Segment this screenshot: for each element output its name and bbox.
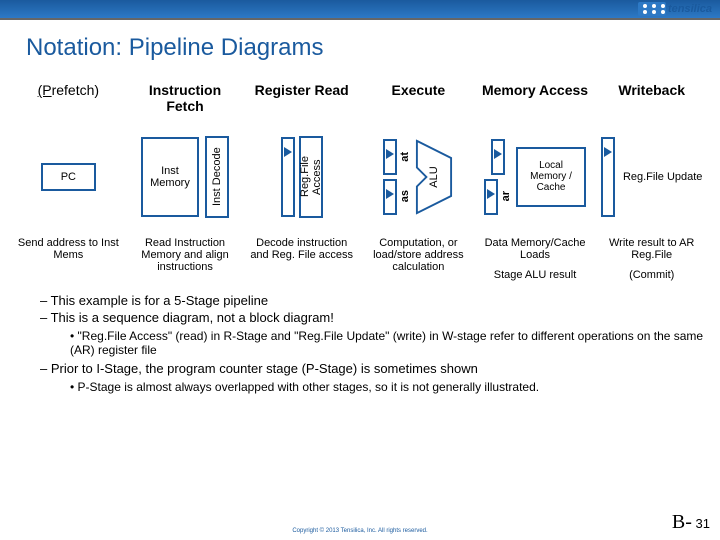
desc-prefetch: Send address to Inst Mems	[10, 237, 127, 281]
latch-at	[383, 139, 397, 175]
latch-ar	[484, 179, 498, 215]
stage-memacc: Memory Access	[477, 72, 594, 124]
stage-execute: Execute	[360, 72, 477, 124]
stage-fetch: Instruction Fetch	[127, 72, 244, 124]
pc-block: PC	[41, 163, 96, 191]
regfile-update-label: Reg.File Update	[619, 171, 703, 183]
logo: tensilica	[638, 2, 712, 16]
copyright-footer: Copyright © 2013 Tensilica, Inc. All rig…	[0, 528, 720, 534]
bullet-2a: "Reg.File Access" (read) in R-Stage and …	[70, 329, 720, 357]
logo-text: tensilica	[668, 3, 712, 15]
alu-block: ALU	[415, 137, 453, 217]
latch-as	[383, 179, 397, 215]
bullet-1: This example is for a 5-Stage pipeline	[40, 293, 720, 308]
desc-execute: Computation, or load/store address calcu…	[360, 237, 477, 281]
bullet-3a: P-Stage is almost always overlapped with…	[70, 380, 720, 394]
desc-writeback: Write result to AR Reg.File(Commit)	[593, 237, 710, 281]
bullet-3: Prior to I-Stage, the program counter st…	[40, 361, 720, 376]
desc-fetch: Read Instruction Memory and align instru…	[127, 237, 244, 281]
bullet-2: This is a sequence diagram, not a block …	[40, 310, 720, 325]
inst-decode-block: Inst Decode	[205, 136, 229, 218]
page-number: B- 31	[672, 511, 710, 534]
pipeline-diagram: PC Inst Memory Inst Decode Reg.File Acce…	[10, 124, 710, 229]
regfile-access-block: Reg.File Access	[299, 136, 323, 218]
stage-prefetch: (Prefetch)	[10, 72, 127, 124]
as-label: as	[399, 190, 411, 202]
latch-w	[601, 137, 615, 217]
stage-writeback: Writeback	[593, 72, 710, 124]
desc-memacc: Data Memory/Cache LoadsStage ALU result	[477, 237, 594, 281]
desc-regread: Decode instruction and Reg. File access	[243, 237, 360, 281]
page-title: Notation: Pipeline Diagrams	[26, 34, 720, 62]
ar-label: ar	[500, 191, 512, 201]
stage-headers: (Prefetch) Instruction Fetch Register Re…	[10, 72, 710, 124]
stage-regread: Register Read	[243, 72, 360, 124]
logo-icon	[638, 2, 666, 16]
notes-list: This example is for a 5-Stage pipeline T…	[40, 293, 720, 394]
inst-memory-block: Inst Memory	[141, 137, 199, 217]
stage-descriptions: Send address to Inst Mems Read Instructi…	[10, 237, 710, 281]
latch-1	[281, 137, 295, 217]
alu-label: ALU	[428, 166, 440, 187]
local-memory-block: Local Memory / Cache	[516, 147, 586, 207]
header-bar: tensilica	[0, 0, 720, 20]
at-label: at	[399, 152, 411, 162]
latch-m1	[491, 139, 505, 175]
